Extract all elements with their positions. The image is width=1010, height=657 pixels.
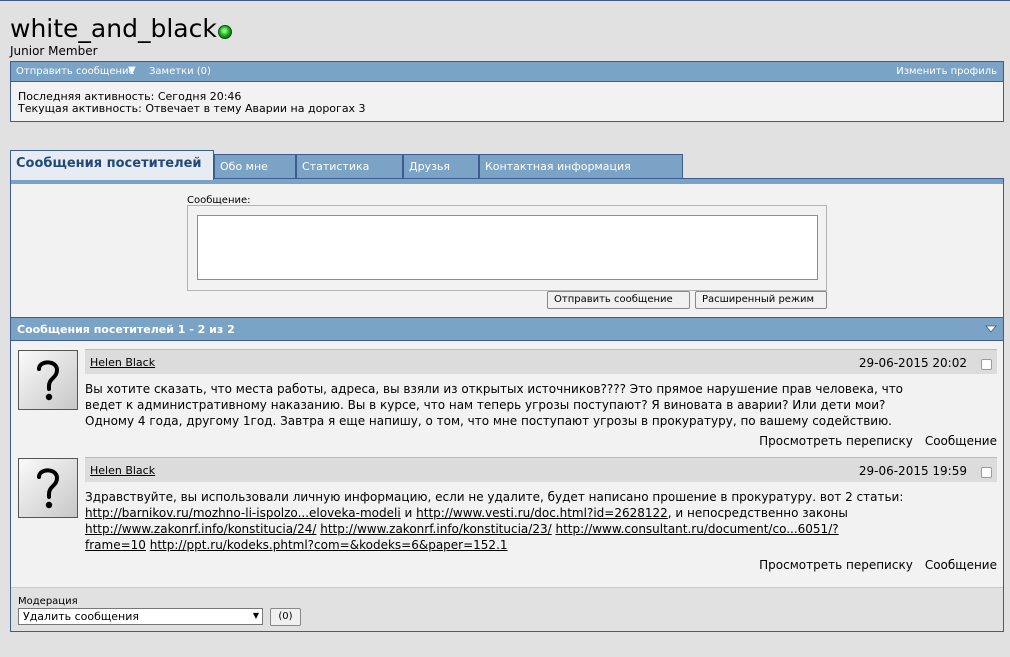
- message-link[interactable]: http://www.consultant.ru/document/co...6…: [555, 522, 838, 536]
- message-date: 29-06-2015 19:59: [858, 464, 967, 478]
- top-border: [0, 0, 1010, 1]
- profile-box: Отправить сообщение ▼ Заметки (0) Измени…: [10, 61, 1004, 122]
- moderation-label: Модерация: [18, 596, 78, 607]
- reply-message-link[interactable]: Сообщение: [925, 434, 997, 448]
- reply-message-link[interactable]: Сообщение: [925, 558, 997, 572]
- avatar[interactable]: [18, 350, 78, 410]
- message-link[interactable]: http://www.vesti.ru/doc.html?id=2628122: [416, 506, 668, 520]
- tab-about-me[interactable]: Обо мне: [214, 154, 296, 178]
- profile-username: white_and_black: [10, 14, 217, 43]
- message-header: Helen Black 29-06-2015 20:02: [85, 349, 997, 374]
- message-text-line: ведет к административному наказанию. Вы …: [85, 398, 886, 412]
- message-author-link[interactable]: Helen Black: [90, 356, 155, 369]
- collapse-icon[interactable]: [985, 324, 997, 334]
- message-text: Вы хотите сказать, что места работы, адр…: [85, 381, 997, 429]
- message-text-line: Одному 4 года, другому 1год. Завтра я ещ…: [85, 414, 892, 428]
- online-status-icon: [218, 25, 232, 39]
- message-text-line: Вы хотите сказать, что места работы, адр…: [85, 382, 904, 396]
- message-actions: Просмотреть переписку Сообщение: [747, 434, 997, 448]
- message-text-line: http://www.zakonrf.info/konstitucia/24/ …: [85, 521, 997, 537]
- message-link[interactable]: http://www.zakonrf.info/konstitucia/24/: [85, 522, 316, 536]
- visitor-messages-panel: Сообщение: Отправить сообщение Расширенн…: [10, 184, 1004, 632]
- message-textarea[interactable]: [197, 215, 818, 280]
- message-link[interactable]: frame=10: [85, 538, 146, 552]
- profile-action-bar: Отправить сообщение ▼ Заметки (0) Измени…: [11, 62, 1003, 82]
- current-activity: Текущая активность: Отвечает в тему Авар…: [18, 102, 366, 115]
- question-mark-icon: [37, 360, 60, 401]
- message-header: Helen Black 29-06-2015 19:59: [85, 457, 997, 482]
- send-message-link[interactable]: Отправить сообщение: [16, 66, 135, 77]
- avatar[interactable]: [18, 458, 78, 518]
- message-author-link[interactable]: Helen Black: [90, 464, 155, 477]
- question-mark-icon: [37, 468, 60, 509]
- notes-link[interactable]: Заметки (0): [149, 66, 211, 77]
- message-text-line: Здравствуйте, вы использовали личную инф…: [85, 490, 904, 504]
- message-text-line: frame=10 http://ppt.ru/kodeks.phtml?com=…: [85, 537, 997, 553]
- chevron-down-icon: ▼: [252, 611, 259, 620]
- message-date: 29-06-2015 20:02: [858, 356, 967, 370]
- view-conversation-link[interactable]: Просмотреть переписку: [759, 434, 913, 448]
- profile-user-title: Junior Member: [10, 44, 98, 58]
- tab-visitor-messages[interactable]: Сообщения посетителей: [10, 150, 214, 180]
- tab-contact-info[interactable]: Контактная информация: [479, 154, 683, 178]
- profile-tabs: Сообщения посетителей Обо мне Статистика…: [10, 150, 1004, 184]
- chevron-down-icon[interactable]: ▼: [128, 65, 136, 76]
- send-message-button[interactable]: Отправить сообщение: [547, 291, 690, 309]
- tab-statistics[interactable]: Статистика: [296, 154, 403, 178]
- message-editor-frame: [187, 205, 827, 291]
- moderation-selected-value: Удалить сообщения: [23, 610, 139, 623]
- message-select-checkbox[interactable]: [981, 467, 992, 478]
- visitor-messages-title: Сообщения посетителей 1 - 2 из 2: [17, 323, 235, 336]
- text-fragment: и: [404, 506, 413, 520]
- message-link[interactable]: http://ppt.ru/kodeks.phtml?com=&kodeks=6…: [150, 538, 508, 552]
- moderation-select[interactable]: Удалить сообщения ▼: [18, 608, 263, 625]
- message-select-checkbox[interactable]: [981, 359, 992, 370]
- view-conversation-link[interactable]: Просмотреть переписку: [759, 558, 913, 572]
- moderation-apply-button[interactable]: (0): [270, 608, 301, 626]
- tab-friends[interactable]: Друзья: [403, 154, 479, 178]
- message-actions: Просмотреть переписку Сообщение: [747, 558, 997, 572]
- text-fragment: , и непосредственно законы: [667, 506, 848, 520]
- moderation-area: Модерация Удалить сообщения ▼ (0): [11, 587, 1003, 631]
- edit-profile-link[interactable]: Изменить профиль: [896, 66, 997, 77]
- message-text: Здравствуйте, вы использовали личную инф…: [85, 489, 997, 553]
- message-link[interactable]: http://barnikov.ru/mozhno-li-ispolzo...e…: [85, 506, 401, 520]
- message-link[interactable]: http://www.zakonrf.info/konstitucia/23/: [320, 522, 551, 536]
- message-text-line: http://barnikov.ru/mozhno-li-ispolzo...e…: [85, 505, 997, 521]
- visitor-messages-header: Сообщения посетителей 1 - 2 из 2: [11, 317, 1003, 341]
- advanced-mode-button[interactable]: Расширенный режим: [695, 291, 827, 309]
